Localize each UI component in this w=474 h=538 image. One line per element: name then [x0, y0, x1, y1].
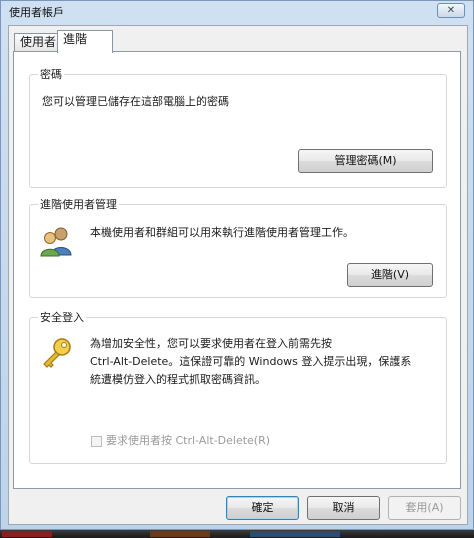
- secure-logon-description-line-3: 統遭模仿登入的程式抓取密碼資訊。: [90, 373, 266, 386]
- tab-advanced[interactable]: 進階: [57, 30, 113, 53]
- secure-logon-group: 安全登入 為增加安全性，您可以要求使用者在登入前需先按 Ctrl-Alt-Del…: [29, 309, 447, 464]
- taskbar-item[interactable]: [150, 531, 210, 537]
- manage-passwords-button[interactable]: 管理密碼(M): [298, 149, 433, 173]
- title-bar[interactable]: 使用者帳戶 ✕: [1, 1, 473, 21]
- passwords-group: 密碼 您可以管理已儲存在這部電腦上的密碼 管理密碼(M): [29, 66, 447, 188]
- dialog-body: 使用者 進階 密碼 您可以管理已儲存在這部電腦上的密碼 管理密碼(M) 進階使用…: [8, 25, 468, 525]
- advanced-button[interactable]: 進階(V): [347, 263, 433, 287]
- window-title: 使用者帳戶: [9, 6, 64, 19]
- apply-button[interactable]: 套用(A): [388, 496, 461, 520]
- user-accounts-window: 使用者帳戶 ✕ 使用者 進階 密碼 您可以管理已儲存在這部電腦上的密碼 管理密碼…: [0, 0, 474, 530]
- secure-logon-label: 安全登入: [38, 309, 86, 325]
- close-button[interactable]: ✕: [437, 3, 465, 18]
- passwords-group-label: 密碼: [38, 66, 64, 82]
- secure-logon-description-line-2: Ctrl-Alt-Delete。這保證可靠的 Windows 登入提示出現，保護…: [90, 355, 412, 368]
- taskbar-strip: [0, 530, 474, 538]
- taskbar-item[interactable]: [250, 531, 340, 537]
- users-icon: [40, 227, 72, 257]
- advanced-user-management-label: 進階使用者管理: [38, 196, 119, 212]
- taskbar-item[interactable]: [2, 531, 52, 537]
- advanced-user-management-description: 本機使用者和群組可以用來執行進階使用者管理工作。: [90, 226, 354, 239]
- tab-users[interactable]: 使用者: [14, 33, 58, 51]
- advanced-user-management-group: 進階使用者管理 本機使用者和群組可以用來執行進階使用者管理工作。 進階(V): [29, 196, 447, 298]
- ok-button[interactable]: 確定: [226, 496, 299, 520]
- secure-logon-description-line-1: 為增加安全性，您可以要求使用者在登入前需先按: [90, 337, 332, 350]
- require-ctrl-alt-delete-label: 要求使用者按 Ctrl-Alt-Delete(R): [106, 434, 271, 447]
- key-icon: [43, 338, 71, 368]
- cancel-button[interactable]: 取消: [307, 496, 380, 520]
- advanced-tab-panel: 密碼 您可以管理已儲存在這部電腦上的密碼 管理密碼(M) 進階使用者管理 本機使…: [13, 51, 461, 489]
- require-ctrl-alt-delete-checkbox[interactable]: [91, 436, 102, 447]
- passwords-description: 您可以管理已儲存在這部電腦上的密碼: [42, 95, 229, 108]
